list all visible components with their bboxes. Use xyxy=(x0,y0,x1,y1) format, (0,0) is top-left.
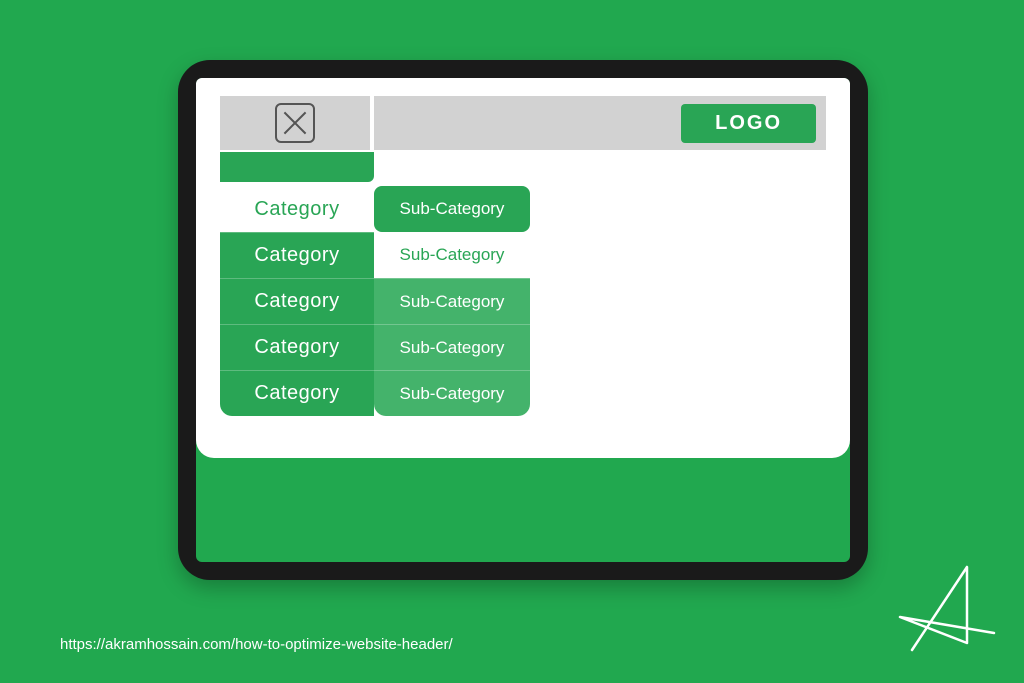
header-bar: LOGO xyxy=(220,96,826,150)
sub-category-item[interactable]: Sub-Category xyxy=(374,278,530,324)
logo-badge[interactable]: LOGO xyxy=(681,104,816,143)
menu-grid: Category Sub-Category Category Sub-Categ… xyxy=(220,186,826,416)
category-item[interactable]: Category xyxy=(220,324,374,370)
category-item[interactable]: Category xyxy=(220,186,374,232)
category-item[interactable]: Category xyxy=(220,278,374,324)
sub-category-item[interactable]: Sub-Category xyxy=(374,324,530,370)
content-panel: LOGO Category Sub-Category Category Sub-… xyxy=(196,78,850,458)
nav-strip xyxy=(220,152,374,182)
logo-cell: LOGO xyxy=(374,96,826,150)
tablet-screen: LOGO Category Sub-Category Category Sub-… xyxy=(196,78,850,562)
sub-category-item[interactable]: Sub-Category xyxy=(374,232,530,278)
sub-category-item[interactable]: Sub-Category xyxy=(374,186,530,232)
menu-row: Category Sub-Category xyxy=(220,370,826,416)
tablet-frame: LOGO Category Sub-Category Category Sub-… xyxy=(178,60,868,580)
menu-row: Category Sub-Category xyxy=(220,186,826,232)
menu-row: Category Sub-Category xyxy=(220,232,826,278)
close-icon[interactable] xyxy=(275,103,315,143)
close-cell xyxy=(220,96,370,150)
source-url: https://akramhossain.com/how-to-optimize… xyxy=(60,636,453,653)
signature-icon xyxy=(892,555,1002,665)
category-item[interactable]: Category xyxy=(220,370,374,416)
category-item[interactable]: Category xyxy=(220,232,374,278)
sub-category-item[interactable]: Sub-Category xyxy=(374,370,530,416)
menu-row: Category Sub-Category xyxy=(220,278,826,324)
menu-row: Category Sub-Category xyxy=(220,324,826,370)
